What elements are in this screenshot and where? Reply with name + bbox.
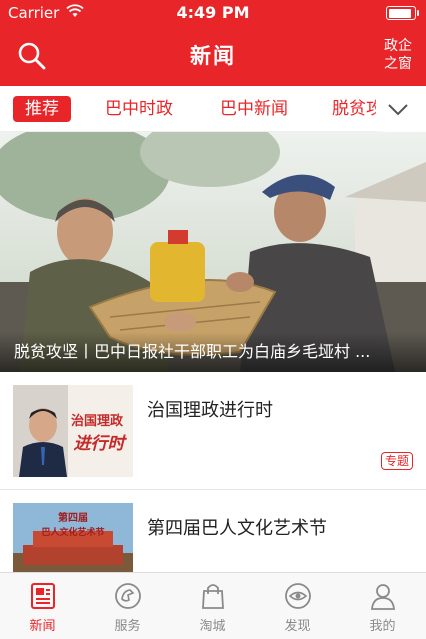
item-thumbnail: 治国理政 进行时 <box>13 385 133 477</box>
thumb-line-1: 治国理政 <box>71 413 124 429</box>
tabbar-shop[interactable]: 淘城 <box>170 581 255 634</box>
service-icon <box>114 583 141 609</box>
item-title: 第四届巴人文化艺术节 <box>147 518 327 539</box>
tab-poverty-clip: 脱贫攻坚 <box>332 96 376 122</box>
clock: 4:49 PM <box>176 3 250 22</box>
gov-window-link[interactable]: 政企之窗 <box>382 37 414 73</box>
page-title: 新闻 <box>190 44 236 68</box>
status-bar: Carrier 4:49 PM <box>0 0 426 27</box>
shopping-bag-icon <box>201 584 224 609</box>
tab-poverty[interactable]: 脱贫攻坚 <box>332 96 376 122</box>
profile-icon <box>370 584 395 610</box>
thumb-line-2: 巴人文化艺术节 <box>41 526 104 538</box>
tabbar-service[interactable]: 服务 <box>85 581 170 634</box>
tabbar-label: 新闻 <box>29 619 56 634</box>
item-title: 治国理政进行时 <box>147 400 273 421</box>
bottom-tab-bar: 新闻 服务 淘城 发现 我的 <box>0 572 426 639</box>
list-item[interactable]: 治国理政 进行时 治国理政进行时 专题 <box>0 372 426 490</box>
category-tabs: 推荐 巴中时政 巴中新闻 脱贫攻坚 <box>0 86 426 132</box>
chevron-down-icon[interactable] <box>386 98 410 120</box>
tabbar-profile[interactable]: 我的 <box>340 581 425 634</box>
tabbar-label: 淘城 <box>199 619 226 634</box>
news-icon <box>30 583 55 609</box>
topic-badge: 专题 <box>380 452 413 470</box>
thumb-line-2: 进行时 <box>74 434 128 454</box>
banner-caption: 脱贫攻坚丨巴中日报社干部职工为白庙乡毛垭村 ... <box>0 332 426 372</box>
discover-icon <box>284 583 311 609</box>
tabbar-discover[interactable]: 发现 <box>255 581 340 634</box>
thumb-line-1: 第四届 <box>58 511 88 524</box>
header-bar: Carrier 4:49 PM 新闻 政企之窗 <box>0 0 426 86</box>
battery-icon <box>386 6 419 20</box>
tabbar-label: 发现 <box>284 619 311 634</box>
tabbar-label: 我的 <box>369 619 396 634</box>
tab-recommend[interactable]: 推荐 <box>13 96 71 122</box>
tab-bazhong-news[interactable]: 巴中新闻 <box>220 96 288 122</box>
tabbar-label: 服务 <box>114 619 141 634</box>
tab-bazhong-politics[interactable]: 巴中时政 <box>105 96 173 122</box>
app-screen: Carrier 4:49 PM 新闻 政企之窗 推荐 巴中时政 巴中新闻 脱贫攻… <box>0 0 426 639</box>
tabbar-news[interactable]: 新闻 <box>0 581 85 634</box>
featured-banner[interactable]: 脱贫攻坚丨巴中日报社干部职工为白庙乡毛垭村 ... <box>0 132 426 372</box>
